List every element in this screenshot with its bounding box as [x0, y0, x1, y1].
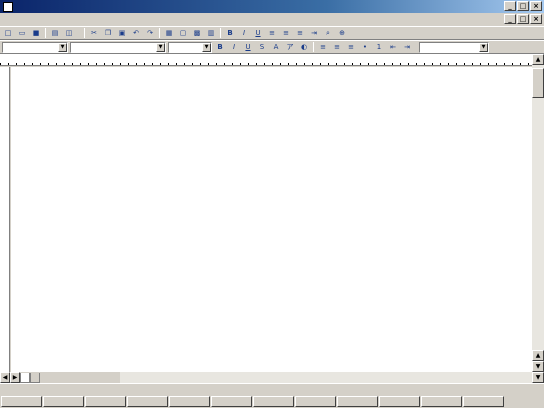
close-button[interactable]: × [530, 1, 542, 11]
title-bar: _ □ × [0, 0, 544, 13]
tab-new[interactable] [30, 372, 40, 383]
align-center-icon[interactable]: ≡ [280, 28, 292, 39]
align-left-icon[interactable]: ≡ [266, 28, 278, 39]
fkey-2[interactable] [43, 396, 84, 407]
indent-icon[interactable]: ⇥ [308, 28, 320, 39]
new-document-icon[interactable]: □ [2, 28, 14, 39]
redo-icon[interactable]: ↷ [144, 28, 156, 39]
align-right-icon[interactable]: ≡ [294, 28, 306, 39]
outdent-icon[interactable]: ⇤ [387, 42, 399, 53]
italic-format-icon[interactable]: I [228, 42, 240, 53]
print-icon[interactable]: ▤ [49, 28, 61, 39]
scroll-down-icon[interactable]: ▼ [532, 372, 544, 383]
sheet-tab-row: ◀ ▶ [0, 372, 532, 383]
window-controls: _ □ × [504, 1, 542, 11]
copy-icon[interactable]: ❐ [102, 28, 114, 39]
preview-icon[interactable]: ◫ [63, 28, 75, 39]
search-icon[interactable]: ⌕ [322, 28, 334, 39]
vertical-scrollbar[interactable]: ▲ ▲ ▼ ▼ [532, 54, 544, 383]
chevron-down-icon[interactable]: ▼ [156, 42, 165, 52]
function-key-bar [0, 395, 544, 408]
app-icon[interactable] [3, 1, 13, 12]
font-size-dropdown[interactable]: ▼ [168, 41, 212, 53]
doc-minimize-button[interactable]: _ [504, 14, 516, 24]
table-icon[interactable]: ▦ [163, 28, 175, 39]
word-processor-dropdown[interactable]: ▼ [419, 41, 489, 53]
fkey-10[interactable] [379, 396, 420, 407]
status-bar [0, 383, 544, 395]
minimize-button[interactable]: _ [504, 1, 516, 11]
tab-prev-icon[interactable]: ◀ [0, 372, 10, 383]
toolbar-separator [220, 28, 221, 38]
doc-close-button[interactable]: × [530, 14, 542, 24]
fkey-6[interactable] [211, 396, 252, 407]
bullet-list-icon[interactable]: • [359, 42, 371, 53]
document-area[interactable] [11, 67, 532, 383]
toolbar-separator [45, 28, 46, 38]
strike-icon[interactable]: S [256, 42, 268, 53]
doc-restore-button[interactable]: □ [517, 14, 529, 24]
ruby-icon[interactable]: ア [284, 42, 296, 53]
underline-icon[interactable]: U [252, 28, 264, 39]
toolbar-separator [159, 28, 160, 38]
bold-format-icon[interactable]: B [214, 42, 226, 53]
menu-bar: _ □ × [0, 13, 544, 26]
fkey-3[interactable] [85, 396, 126, 407]
fkey-4[interactable] [127, 396, 168, 407]
standard-toolbar: □ ▭ ■ ▤ ◫ ✂ ❐ ▣ ↶ ↷ ▦ ▢ ▩ ▥ B I U ≡ ≡ ≡ … [0, 26, 544, 40]
fkey-11[interactable] [421, 396, 462, 407]
italic-icon[interactable]: I [238, 28, 250, 39]
zoom-icon[interactable]: ⊕ [336, 28, 348, 39]
chevron-down-icon[interactable]: ▼ [202, 42, 211, 52]
underline-format-icon[interactable]: U [242, 42, 254, 53]
fkey-5[interactable] [169, 396, 210, 407]
tab-next-icon[interactable]: ▶ [10, 372, 20, 383]
chart-icon[interactable]: ▥ [205, 28, 217, 39]
style-dropdown[interactable]: ▼ [2, 41, 68, 53]
page-down-icon[interactable]: ▼ [532, 361, 544, 372]
chevron-down-icon[interactable]: ▼ [58, 42, 67, 52]
toolbar-separator [313, 42, 314, 52]
scroll-thumb[interactable] [532, 68, 544, 98]
save-icon[interactable]: ■ [30, 28, 42, 39]
toolbar-separator [84, 28, 85, 38]
horizontal-scrollbar[interactable] [120, 372, 532, 383]
image-icon[interactable]: ▩ [191, 28, 203, 39]
color-icon[interactable]: ◐ [298, 42, 310, 53]
chevron-down-icon[interactable]: ▼ [479, 42, 488, 52]
bold-icon[interactable]: B [224, 28, 236, 39]
shade-icon[interactable]: A [270, 42, 282, 53]
fkey-7[interactable] [253, 396, 294, 407]
vertical-ruler[interactable] [0, 67, 10, 383]
cut-icon[interactable]: ✂ [88, 28, 100, 39]
font-dropdown[interactable]: ▼ [70, 41, 166, 53]
page-up-icon[interactable]: ▲ [532, 350, 544, 361]
fkey-1[interactable] [1, 396, 42, 407]
scroll-up-icon[interactable]: ▲ [532, 54, 544, 65]
open-folder-icon[interactable]: ▭ [16, 28, 28, 39]
paste-icon[interactable]: ▣ [116, 28, 128, 39]
undo-icon[interactable]: ↶ [130, 28, 142, 39]
indent-more-icon[interactable]: ⇥ [401, 42, 413, 53]
center-align-icon[interactable]: ≡ [331, 42, 343, 53]
fkey-12[interactable] [463, 396, 504, 407]
fkey-9[interactable] [337, 396, 378, 407]
right-align-icon[interactable]: ≡ [345, 42, 357, 53]
horizontal-ruler[interactable] [0, 54, 544, 66]
format-toolbar: ▼ ▼ ▼ B I U S A ア ◐ ≡ ≡ ≡ • 1 ⇤ ⇥ ▼ [0, 40, 544, 54]
frame-icon[interactable]: ▢ [177, 28, 189, 39]
number-list-icon[interactable]: 1 [373, 42, 385, 53]
left-align-icon[interactable]: ≡ [317, 42, 329, 53]
maximize-button[interactable]: □ [517, 1, 529, 11]
tab-sheet1[interactable] [20, 372, 30, 383]
fkey-8[interactable] [295, 396, 336, 407]
document-window-controls: _ □ × [504, 14, 542, 24]
